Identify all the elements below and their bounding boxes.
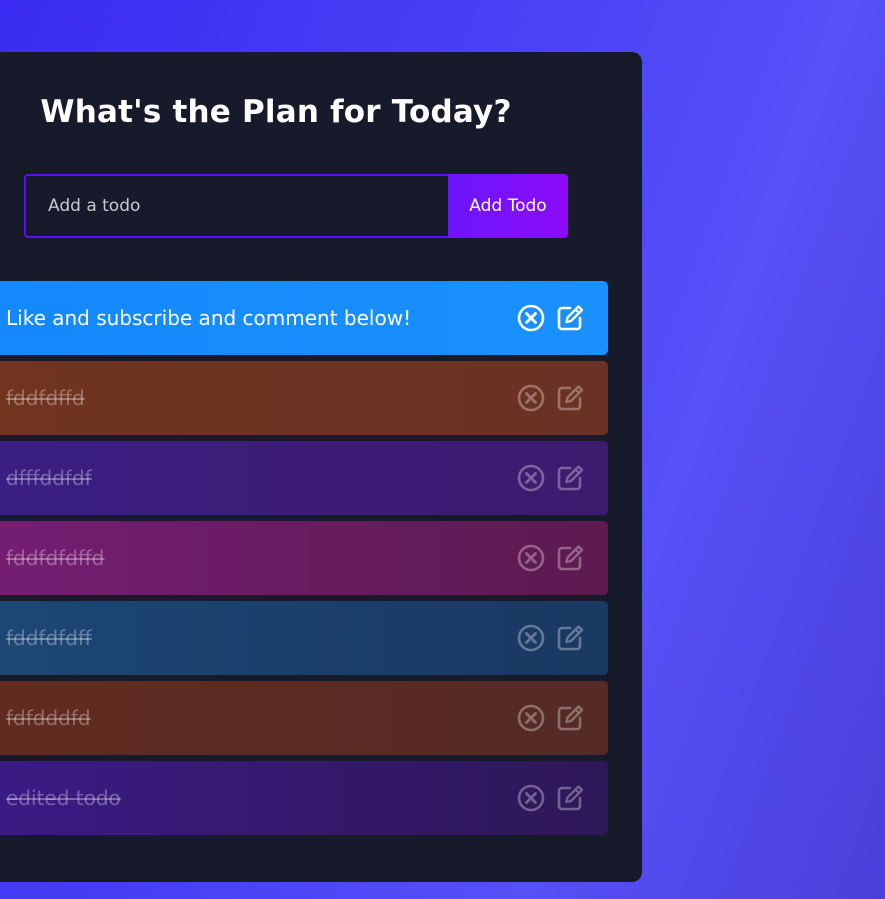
todo-text[interactable]: fddfdfdff <box>6 626 92 650</box>
todo-row[interactable]: fddfdfdff <box>0 601 608 675</box>
edit-todo-icon[interactable] <box>555 623 585 653</box>
todo-row[interactable]: fddfdffd <box>0 361 608 435</box>
delete-todo-icon[interactable] <box>516 703 546 733</box>
page-title: What's the Plan for Today? <box>40 94 512 130</box>
todo-text[interactable]: fddfdfdffd <box>6 546 104 570</box>
edit-todo-icon[interactable] <box>555 303 585 333</box>
edit-todo-icon[interactable] <box>555 543 585 573</box>
todo-form: Add Todo <box>24 174 568 238</box>
edit-todo-icon[interactable] <box>555 783 585 813</box>
delete-todo-icon[interactable] <box>516 383 546 413</box>
delete-todo-icon[interactable] <box>516 543 546 573</box>
todo-row[interactable]: edited todo <box>0 761 608 835</box>
todo-row[interactable]: fddfdfdffd <box>0 521 608 595</box>
todo-text[interactable]: fdfdddfd <box>6 706 91 730</box>
todo-row[interactable]: fdfdddfd <box>0 681 608 755</box>
todo-text[interactable]: edited todo <box>6 786 121 810</box>
add-todo-button[interactable]: Add Todo <box>448 174 568 238</box>
todo-row[interactable]: Like and subscribe and comment below! <box>0 281 608 355</box>
todo-row[interactable]: dfffddfdf <box>0 441 608 515</box>
todo-text[interactable]: dfffddfdf <box>6 466 92 490</box>
todo-input[interactable] <box>24 174 448 238</box>
delete-todo-icon[interactable] <box>516 463 546 493</box>
delete-todo-icon[interactable] <box>516 623 546 653</box>
edit-todo-icon[interactable] <box>555 383 585 413</box>
delete-todo-icon[interactable] <box>516 303 546 333</box>
todo-text[interactable]: Like and subscribe and comment below! <box>6 306 411 330</box>
todo-text[interactable]: fddfdffd <box>6 386 85 410</box>
edit-todo-icon[interactable] <box>555 703 585 733</box>
todo-app: What's the Plan for Today? Add Todo Like… <box>0 52 642 882</box>
edit-todo-icon[interactable] <box>555 463 585 493</box>
delete-todo-icon[interactable] <box>516 783 546 813</box>
